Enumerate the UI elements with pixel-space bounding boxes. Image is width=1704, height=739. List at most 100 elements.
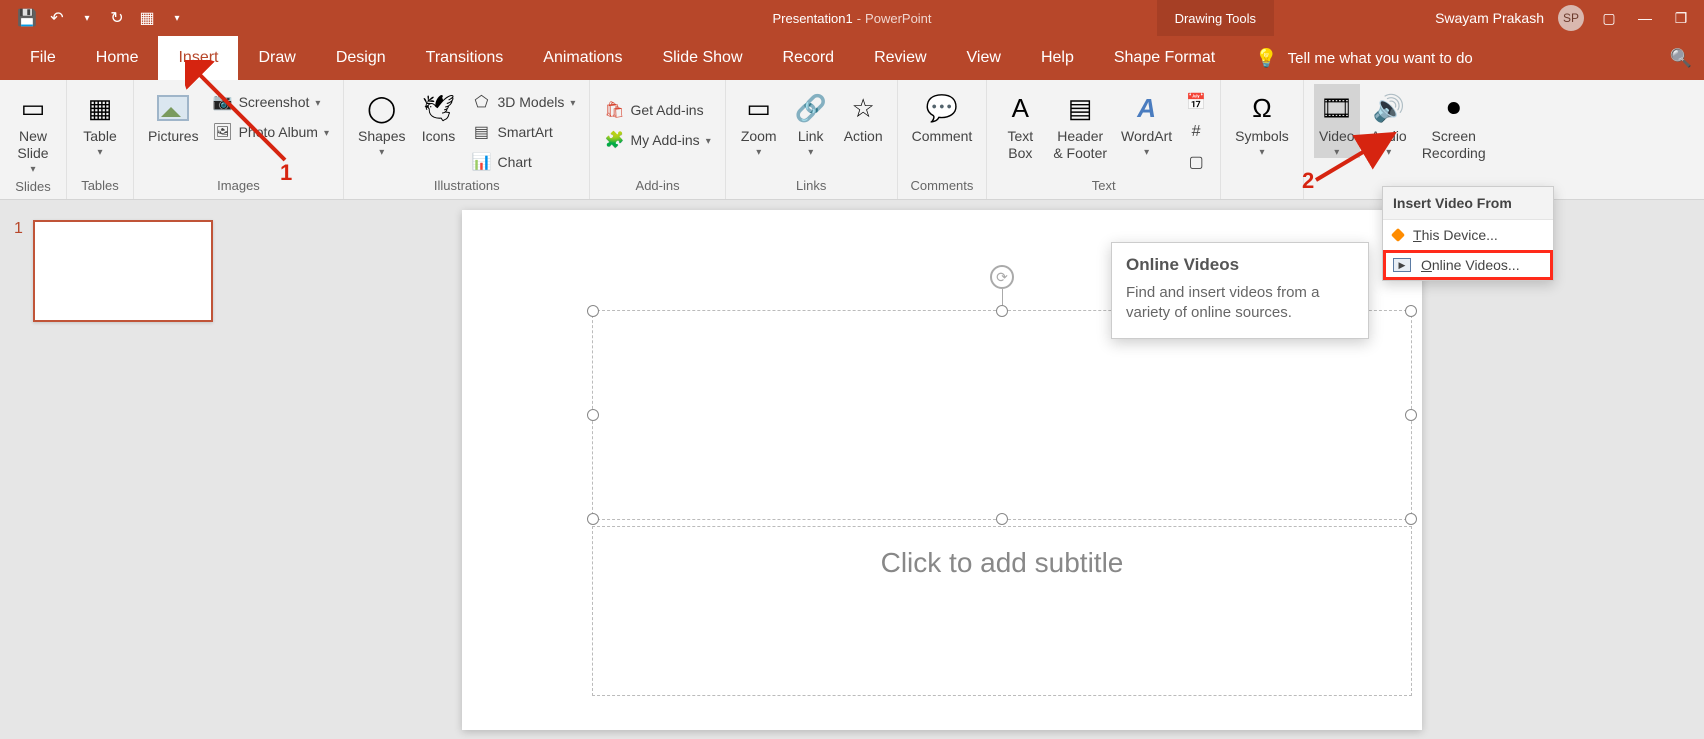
new-slide-icon: ▭ <box>15 90 51 126</box>
group-label-tables: Tables <box>77 174 123 199</box>
redo-icon[interactable]: ↻ <box>108 9 126 27</box>
zoom-button[interactable]: ▭ Zoom ▾ <box>736 84 782 158</box>
photo-album-button[interactable]: 🖼 Photo Album ▾ <box>209 120 333 144</box>
save-icon[interactable]: 💾 <box>18 9 36 27</box>
link-button[interactable]: 🔗 Link ▾ <box>788 84 834 158</box>
resize-handle[interactable] <box>587 513 599 525</box>
my-addins-button[interactable]: 🧩 My Add-ins ▾ <box>600 128 714 152</box>
resize-handle[interactable] <box>587 409 599 421</box>
tab-file[interactable]: File <box>10 36 76 80</box>
online-video-icon: ▶ <box>1393 258 1411 272</box>
tab-view[interactable]: View <box>947 36 1021 80</box>
comment-button[interactable]: 💬 Comment <box>908 84 977 145</box>
tab-transitions[interactable]: Transitions <box>406 36 524 80</box>
resize-handle[interactable] <box>996 305 1008 317</box>
group-tables: ▦ Table ▾ Tables <box>67 80 134 199</box>
pictures-button[interactable]: Pictures <box>144 84 203 145</box>
object-button[interactable]: ▢ <box>1182 150 1210 174</box>
tab-animations[interactable]: Animations <box>523 36 642 80</box>
tooltip-title: Online Videos <box>1126 255 1354 275</box>
get-addins-button[interactable]: 🛍 Get Add-ins <box>600 98 714 122</box>
group-label-illustrations: Illustrations <box>354 174 579 199</box>
addins-icon: 🧩 <box>604 130 624 150</box>
shapes-button[interactable]: ◯ Shapes ▾ <box>354 84 409 158</box>
user-avatar[interactable]: SP <box>1558 5 1584 31</box>
tab-insert[interactable]: Insert <box>158 36 238 80</box>
screen-recording-icon: ⏺ <box>1436 90 1472 126</box>
context-tab-label: Drawing Tools <box>1157 0 1274 36</box>
menu-item-label: This Device... <box>1413 227 1498 243</box>
group-symbols: Ω Symbols ▾ <box>1221 80 1304 199</box>
qat-customize-icon[interactable]: ▾ <box>168 9 186 27</box>
resize-handle[interactable] <box>587 305 599 317</box>
screenshot-button[interactable]: 📷 Screenshot ▾ <box>209 90 333 114</box>
user-name[interactable]: Swayam Prakash <box>1435 10 1544 26</box>
smartart-button[interactable]: ▤ SmartArt <box>467 120 579 144</box>
slide-number-button[interactable]: # <box>1182 120 1210 144</box>
drawing-tools-text: Drawing Tools <box>1175 11 1256 26</box>
restore-icon[interactable]: ❐ <box>1670 7 1692 29</box>
screen-recording-button[interactable]: ⏺ Screen Recording <box>1418 84 1490 162</box>
search-icon[interactable]: 🔍 <box>1670 36 1704 80</box>
video-button[interactable]: 🎞 Video ▾ <box>1314 84 1360 158</box>
tooltip-online-videos: Online Videos Find and insert videos fro… <box>1111 242 1369 339</box>
thumbnail-row[interactable]: 1 <box>14 220 216 322</box>
user-area: Swayam Prakash SP ▢ — ❐ <box>1435 5 1692 31</box>
rotate-handle[interactable]: ⟳ <box>990 265 1014 289</box>
undo-icon[interactable]: ↶ <box>48 9 66 27</box>
symbols-button[interactable]: Ω Symbols ▾ <box>1231 84 1293 158</box>
tell-me-search[interactable]: 💡 Tell me what you want to do <box>1255 36 1473 80</box>
group-label-slides: Slides <box>10 175 56 200</box>
header-footer-button[interactable]: ▤ Header & Footer <box>1049 84 1111 162</box>
tab-draw[interactable]: Draw <box>238 36 315 80</box>
tab-home[interactable]: Home <box>76 36 159 80</box>
tab-record[interactable]: Record <box>763 36 855 80</box>
menu-item-online-videos[interactable]: ▶ Online Videos... <box>1383 250 1553 280</box>
wordart-icon: A <box>1129 90 1165 126</box>
subtitle-placeholder[interactable]: Click to add subtitle <box>592 526 1412 696</box>
group-label-links: Links <box>736 174 887 199</box>
tab-slideshow[interactable]: Slide Show <box>642 36 762 80</box>
resize-handle[interactable] <box>1405 409 1417 421</box>
ribbon-display-icon[interactable]: ▢ <box>1598 7 1620 29</box>
date-time-button[interactable]: 📅 <box>1182 90 1210 114</box>
link-icon: 🔗 <box>793 90 829 126</box>
start-from-beginning-icon[interactable]: ▦ <box>138 9 156 27</box>
table-button[interactable]: ▦ Table ▾ <box>77 84 123 158</box>
group-label-addins: Add-ins <box>600 174 714 199</box>
resize-handle[interactable] <box>996 513 1008 525</box>
text-box-button[interactable]: A Text Box <box>997 84 1043 162</box>
menu-item-this-device[interactable]: This Device... <box>1383 220 1553 250</box>
group-illustrations: ◯ Shapes ▾ 🕊 Icons ⬠ 3D Models ▾ ▤ Smart… <box>344 80 590 199</box>
undo-more-icon[interactable]: ▾ <box>78 9 96 27</box>
tab-design[interactable]: Design <box>316 36 406 80</box>
chart-button[interactable]: 📊 Chart <box>467 150 579 174</box>
pictures-icon <box>155 90 191 126</box>
tab-shape-format[interactable]: Shape Format <box>1094 36 1235 80</box>
resize-handle[interactable] <box>1405 305 1417 317</box>
tab-help[interactable]: Help <box>1021 36 1094 80</box>
action-icon: ☆ <box>845 90 881 126</box>
tab-review[interactable]: Review <box>854 36 946 80</box>
group-comments: 💬 Comment Comments <box>898 80 988 199</box>
header-footer-icon: ▤ <box>1062 90 1098 126</box>
tell-me-text: Tell me what you want to do <box>1288 50 1473 67</box>
new-slide-button[interactable]: ▭ New Slide ▾ <box>10 84 56 175</box>
title-placeholder[interactable]: ⟳ <box>592 310 1412 520</box>
thumbnail-number: 1 <box>14 220 23 238</box>
minimize-icon[interactable]: — <box>1634 7 1656 29</box>
slide-thumbnails-pane[interactable]: 1 <box>0 200 230 739</box>
audio-button[interactable]: 🔊 Audio ▾ <box>1366 84 1412 158</box>
wordart-button[interactable]: A WordArt ▾ <box>1117 84 1176 158</box>
chevron-down-icon: ▾ <box>379 147 384 158</box>
3d-models-button[interactable]: ⬠ 3D Models ▾ <box>467 90 579 114</box>
chevron-down-icon: ▾ <box>1386 147 1391 158</box>
slide-thumbnail-1[interactable] <box>33 220 213 322</box>
resize-handle[interactable] <box>1405 513 1417 525</box>
group-addins: 🛍 Get Add-ins 🧩 My Add-ins ▾ Add-ins <box>590 80 725 199</box>
chevron-down-icon: ▾ <box>570 98 575 109</box>
action-button[interactable]: ☆ Action <box>840 84 887 145</box>
lightbulb-icon: 💡 <box>1255 48 1277 69</box>
chevron-down-icon: ▾ <box>756 147 761 158</box>
icons-button[interactable]: 🕊 Icons <box>415 84 461 145</box>
